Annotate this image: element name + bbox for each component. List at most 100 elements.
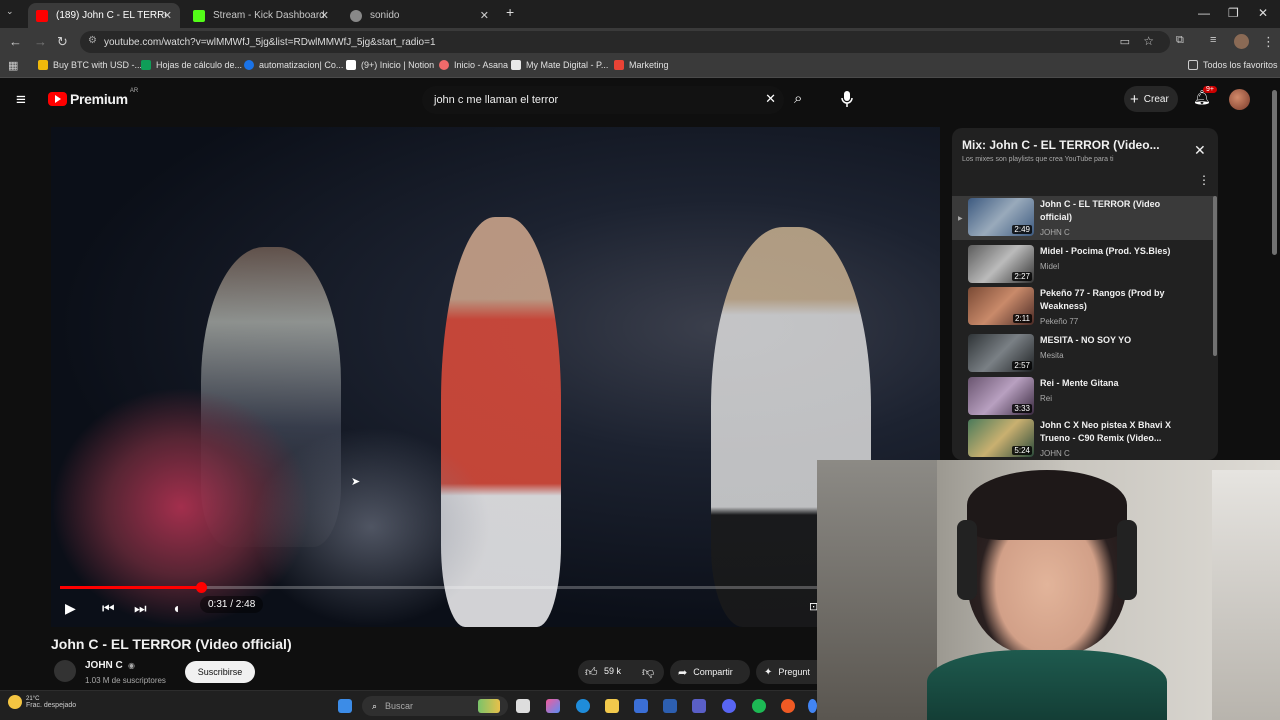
webcam-person-hair [967,470,1127,540]
bookmark-icon [38,60,48,70]
brave-icon[interactable] [781,699,795,713]
weather-widget[interactable]: 21°C Frac. despejado [8,695,76,709]
profile-avatar[interactable] [1234,34,1249,49]
back-icon[interactable]: ← [9,34,22,49]
bookmark-item[interactable]: Inicio - Asana [439,60,508,70]
playlist-menu-icon[interactable]: ⋮ [1198,173,1210,187]
playlist-item[interactable]: 2:49 John C - EL TERROR (Video official)… [960,198,1210,238]
address-bar[interactable]: ⚙ youtube.com/watch?v=wlMMWfJ_5jg&list=R… [80,31,1170,53]
youtube-logo[interactable]: Premium AR [48,88,138,107]
forward-icon[interactable]: → [34,34,47,49]
chrome-icon[interactable] [808,699,817,713]
microphone-icon[interactable] [840,90,854,108]
ask-button[interactable]: ✦ Pregunt [756,660,817,684]
taskbar-search[interactable]: ⌕ Buscar [362,696,508,716]
account-avatar[interactable] [1229,89,1250,110]
playlist-item[interactable]: 5:24 John C X Neo pistea X Bhavi X Truen… [960,419,1210,459]
bookmark-icon [244,60,254,70]
media-icon[interactable]: ≡ [1210,34,1216,46]
clear-search-icon[interactable]: ✕ [765,91,776,107]
reload-icon[interactable]: ↻ [57,34,68,50]
previous-icon[interactable]: ⏮ [102,600,115,617]
progress-bar[interactable] [60,582,820,593]
close-window-icon[interactable]: ✕ [1258,6,1268,20]
next-icon[interactable]: ⏭ [134,600,147,617]
tab-youtube[interactable]: (189) John C - EL TERROR (Vid ✕ [28,3,180,28]
tab-label: Stream - Kick Dashboard [213,10,325,21]
bookmark-item[interactable]: My Mate Digital - P... [511,60,608,70]
close-tab-icon[interactable]: ✕ [320,9,329,22]
all-bookmarks[interactable]: Todos los favoritos [1188,60,1278,70]
video-player[interactable]: ➤ ▶ ⏮ ⏭ ◖ 0:31 / 2:48 ⊡ [51,127,940,627]
search-input[interactable]: john c me llaman el terror ✕ [422,86,784,114]
close-panel-icon[interactable]: ✕ [1194,142,1206,159]
tab-search-icon[interactable]: ⌄ [6,6,20,20]
dislike-icon[interactable]: 👎︎ [642,665,654,680]
verified-icon: ◉ [128,661,135,670]
playlist-scrollbar[interactable] [1213,196,1217,356]
mix-title: Mix: John C - EL TERROR (Video... [962,138,1160,152]
channel-name[interactable]: JOHN C [85,660,123,671]
task-view-icon[interactable] [516,699,530,713]
tab-kick[interactable]: Stream - Kick Dashboard ✕ [185,3,337,28]
tab-sonido[interactable]: sonido ✕ [342,3,497,28]
apps-grid-icon[interactable]: ▦ [8,59,18,72]
discord-icon[interactable] [722,699,736,713]
bookmark-item[interactable]: Buy BTC with USD -... [38,60,142,70]
minimize-icon[interactable]: — [1198,6,1210,20]
playlist-thumbnail: 2:27 [968,245,1034,283]
site-info-icon[interactable]: ⚙ [88,35,97,46]
channel-avatar[interactable] [54,660,76,682]
playlist-item-title: Rei - Mente Gitana [1040,378,1119,388]
search-icon[interactable]: ⌕ [794,90,802,107]
globe-icon [350,9,362,22]
store-icon[interactable] [634,699,648,713]
duration-badge: 2:11 [1013,314,1032,323]
share-label: Compartir [693,667,733,677]
mouse-cursor-icon: ➤ [351,476,361,488]
playlist-item[interactable]: 2:57 MESITA - NO SOY YO Mesita [960,334,1210,374]
duration-badge: 2:27 [1012,272,1032,281]
windows-start-icon[interactable] [338,699,352,713]
windows-taskbar: 21°C Frac. despejado ⌕ Buscar [0,690,817,720]
create-button[interactable]: + Crear [1124,86,1178,112]
copilot-icon[interactable] [546,699,560,713]
bookmark-star-icon[interactable]: ☆ [1143,34,1154,48]
webcam-shelf [1212,470,1280,720]
cast-icon[interactable]: ▭ [1120,35,1130,48]
url-text: youtube.com/watch?v=wlMMWfJ_5jg&list=RDw… [104,36,436,48]
duration-badge: 5:24 [1012,446,1032,455]
new-tab-icon[interactable]: + [506,4,514,20]
spotify-icon[interactable] [752,699,766,713]
page-scrollbar[interactable] [1272,90,1277,255]
like-icon[interactable]: 👍︎ [585,665,598,680]
edge-icon[interactable] [576,699,590,713]
extensions-icon[interactable]: ⧉ [1176,34,1184,47]
bookmark-item[interactable]: Hojas de cálculo de... [141,60,242,70]
share-button[interactable]: ➦ Compartir [670,660,750,684]
folder-icon [1188,60,1198,70]
hamburger-menu-icon[interactable]: ≡ [16,90,26,110]
close-tab-icon[interactable]: ✕ [480,9,489,22]
bookmark-label: Buy BTC with USD -... [53,60,143,70]
file-explorer-icon[interactable] [605,699,619,713]
volume-icon[interactable]: ◖ [172,600,180,616]
playlist-item[interactable]: 2:11 Pekeño 77 - Rangos (Prod by Weaknes… [960,287,1210,327]
playlist-item[interactable]: 3:33 Rei - Mente Gitana Rei [960,377,1210,417]
teams-icon[interactable] [692,699,706,713]
restore-icon[interactable]: ❐ [1228,6,1239,20]
playlist-item[interactable]: 2:27 Midel - Pocima (Prod. YS.Bles) Mide… [960,245,1210,285]
bookmark-item[interactable]: automatizacion| Co... [244,60,343,70]
playlist-thumbnail: 5:24 [968,419,1034,457]
bookmark-item[interactable]: Marketing [614,60,669,70]
menu-dots-icon[interactable]: ⋮ [1262,34,1275,50]
bookmark-label: Inicio - Asana [454,60,509,70]
play-icon[interactable]: ▶ [65,600,76,617]
outlook-icon[interactable] [663,699,677,713]
headphones-icon [957,520,977,600]
progress-scrubber[interactable] [195,582,207,593]
video-smoke [251,427,491,627]
close-tab-icon[interactable]: ✕ [163,9,172,22]
bookmark-item[interactable]: (9+) Inicio | Notion [346,60,434,70]
subscribe-button[interactable]: Suscribirse [185,661,255,683]
